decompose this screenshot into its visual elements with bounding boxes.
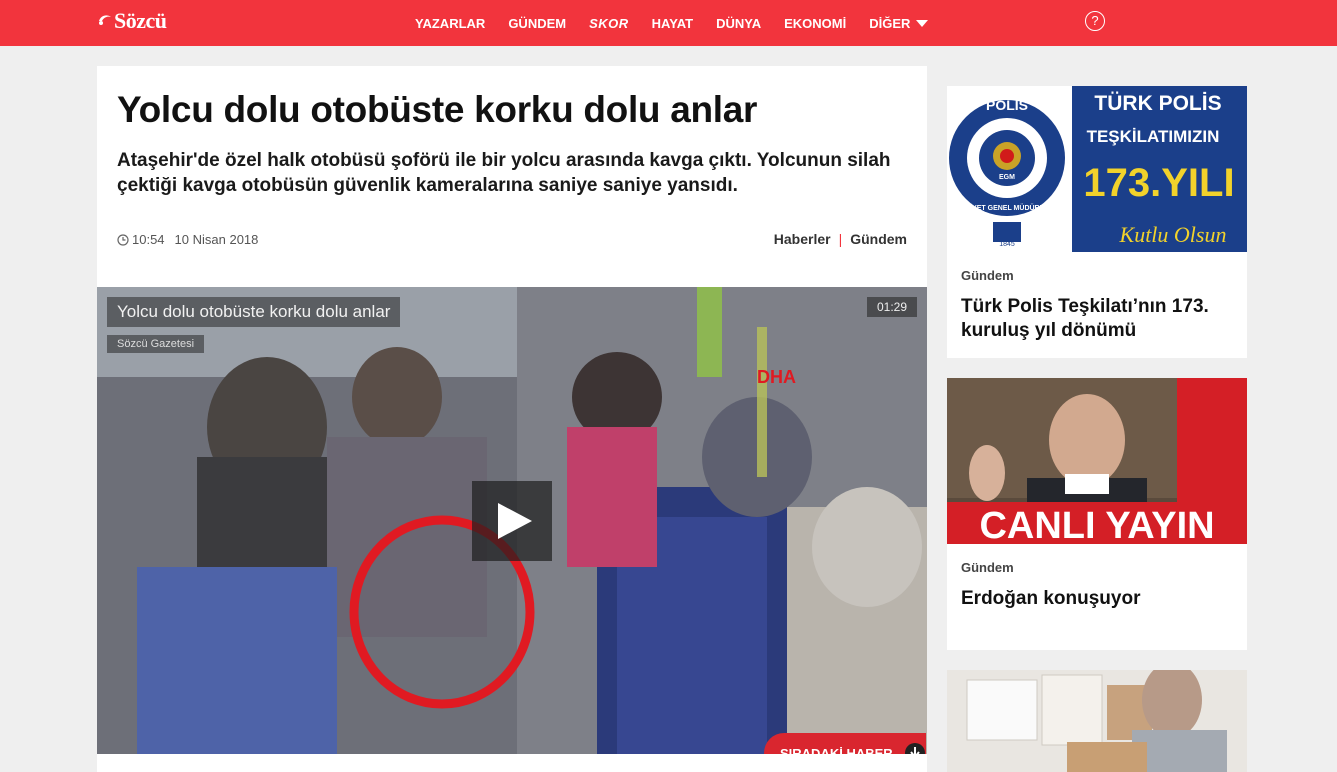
sidebar-card-live[interactable]: CANLI YAYIN Gündem Erdoğan konuşuyor bbox=[947, 378, 1247, 650]
video-duration: 01:29 bbox=[866, 297, 917, 317]
category-link-gundem[interactable]: Gündem bbox=[850, 231, 907, 247]
next-news-button[interactable]: SIRADAKİ HABER bbox=[764, 733, 926, 754]
play-button[interactable] bbox=[472, 481, 552, 561]
category-separator: | bbox=[838, 231, 843, 247]
top-navbar: Sözcü YAZARLAR GÜNDEM SKOR HAYAT DÜNYA E… bbox=[0, 0, 1337, 46]
nav-yazarlar[interactable]: YAZARLAR bbox=[415, 16, 485, 31]
article-date: 10 Nisan 2018 bbox=[174, 232, 259, 247]
third-card-image bbox=[947, 670, 1247, 772]
dha-watermark: DHA bbox=[757, 367, 796, 387]
main-nav: YAZARLAR GÜNDEM SKOR HAYAT DÜNYA EKONOMİ… bbox=[415, 0, 951, 46]
category-link-haberler[interactable]: Haberler bbox=[774, 231, 831, 247]
article-title: Yolcu dolu otobüste korku dolu anlar bbox=[117, 89, 758, 130]
banner-line-1: TÜRK POLİS bbox=[1094, 92, 1221, 115]
logo-text: Sözcü bbox=[114, 8, 167, 33]
badge-bottom-text: EMNİYET GENEL MÜDÜRLÜĞÜ bbox=[955, 203, 1060, 212]
site-logo[interactable]: Sözcü bbox=[97, 8, 167, 34]
police-banner-image: POLİS EMNİYET GENEL MÜDÜRLÜĞÜ EGM 1845 T… bbox=[947, 86, 1247, 252]
badge-year-text: 1845 bbox=[999, 241, 1015, 248]
logo-mark-icon bbox=[99, 15, 111, 25]
caret-down-icon bbox=[916, 19, 929, 27]
nav-skor[interactable]: SKOR bbox=[589, 16, 629, 31]
live-banner-text: CANLI YAYIN bbox=[979, 505, 1214, 544]
help-icon[interactable]: ? bbox=[1085, 11, 1105, 31]
article-summary: Ataşehir'de özel halk otobüsü şoförü ile… bbox=[117, 150, 891, 196]
card-title: Türk Polis Teşkilatı’nın 173. kuruluş yı… bbox=[961, 296, 1209, 341]
article-time: 10:54 bbox=[132, 232, 165, 247]
clock-icon bbox=[117, 233, 129, 246]
nav-ekonomi[interactable]: EKONOMİ bbox=[784, 16, 846, 31]
badge-top-text: POLİS bbox=[986, 97, 1028, 113]
card-category: Gündem bbox=[961, 268, 1014, 283]
article-card: Yolcu dolu otobüste korku dolu anlar Ata… bbox=[97, 66, 927, 772]
arrow-down-icon bbox=[904, 743, 925, 754]
nav-gundem[interactable]: GÜNDEM bbox=[508, 16, 566, 31]
article-meta: 10:54 10 Nisan 2018 bbox=[117, 232, 258, 247]
nav-diger[interactable]: DİĞER bbox=[869, 15, 929, 31]
card-category: Gündem bbox=[961, 560, 1014, 575]
banner-line-2: TEŞKİLATIMIZIN bbox=[1087, 127, 1220, 146]
next-news-label: SIRADAKİ HABER bbox=[780, 745, 893, 755]
nav-dunya[interactable]: DÜNYA bbox=[716, 16, 761, 31]
play-icon bbox=[498, 503, 532, 539]
video-player[interactable]: DHA Yolcu dolu otobüste korku dolu anlar… bbox=[97, 287, 927, 754]
video-source: Sözcü Gazetesi bbox=[107, 335, 205, 353]
video-title: Yolcu dolu otobüste korku dolu anlar bbox=[107, 297, 401, 327]
card-title: Erdoğan konuşuyor bbox=[961, 588, 1141, 609]
banner-line-3: 173.YILI bbox=[1083, 161, 1234, 205]
banner-line-4: Kutlu Olsun bbox=[1119, 222, 1227, 247]
sidebar-card-police[interactable]: POLİS EMNİYET GENEL MÜDÜRLÜĞÜ EGM 1845 T… bbox=[947, 86, 1247, 358]
nav-diger-label: DİĞER bbox=[869, 15, 911, 31]
nav-hayat[interactable]: HAYAT bbox=[652, 16, 693, 31]
badge-center-text: EGM bbox=[999, 174, 1015, 181]
live-broadcast-image: CANLI YAYIN bbox=[947, 378, 1247, 544]
sidebar-card-third[interactable] bbox=[947, 670, 1247, 772]
article-categories: Haberler | Gündem bbox=[774, 231, 907, 247]
